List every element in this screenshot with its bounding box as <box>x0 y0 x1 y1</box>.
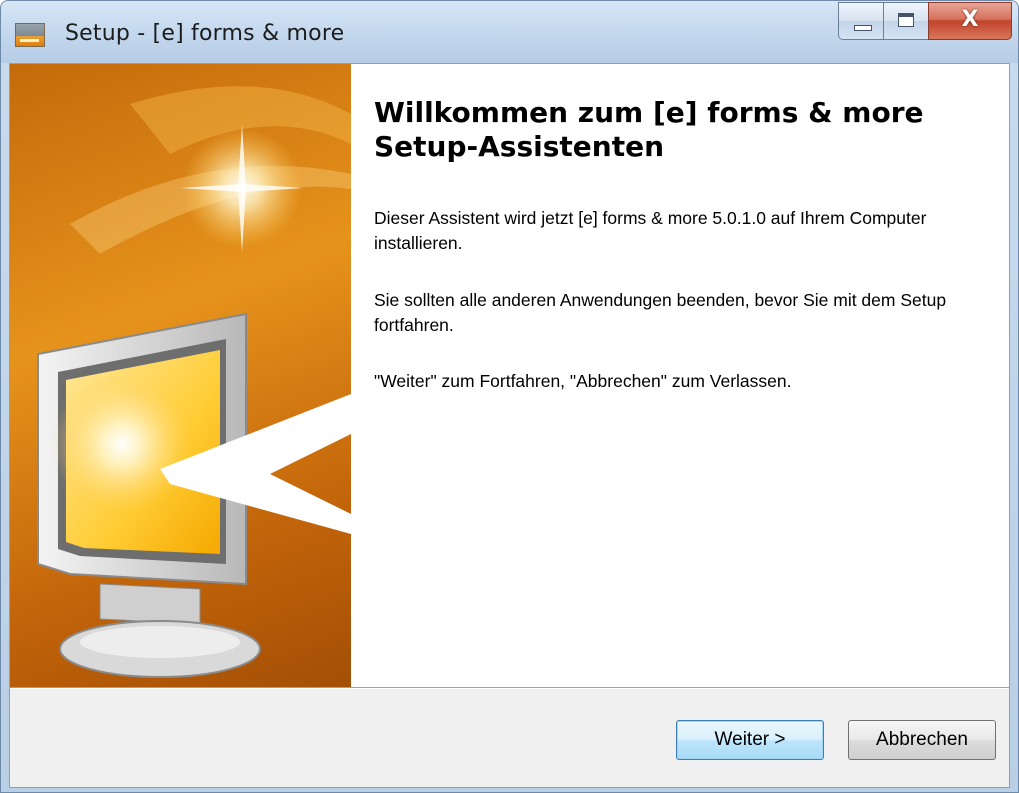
title-bar[interactable]: Setup - [e] forms & more X <box>1 1 1018 63</box>
minimize-icon <box>854 25 872 31</box>
minimize-button[interactable] <box>838 2 884 40</box>
wizard-client-area: Willkommen zum [e] forms & more Setup-As… <box>9 63 1010 788</box>
maximize-icon <box>898 13 914 27</box>
wizard-sidebar-graphic <box>10 64 351 687</box>
instruction-text: "Weiter" zum Fortfahren, "Abbrechen" zum… <box>374 371 792 391</box>
setup-app-icon[interactable] <box>15 23 45 47</box>
close-apps-text: Sie sollten alle anderen Anwendungen bee… <box>374 290 947 335</box>
monitor-illustration <box>37 86 351 678</box>
welcome-panel: Willkommen zum [e] forms & more Setup-As… <box>10 64 1009 687</box>
cancel-button[interactable]: Abbrechen <box>848 720 996 760</box>
maximize-button[interactable] <box>883 2 929 40</box>
next-button[interactable]: Weiter > <box>676 720 824 760</box>
close-button[interactable]: X <box>928 2 1012 40</box>
button-bar-divider <box>10 687 1009 689</box>
window-title: Setup - [e] forms & more <box>65 21 345 46</box>
caption-buttons: X <box>838 2 1012 44</box>
welcome-heading: Willkommen zum [e] forms & more Setup-As… <box>374 96 924 163</box>
setup-window: Setup - [e] forms & more X Willkommen zu… <box>0 0 1019 793</box>
intro-text: Dieser Assistent wird jetzt [e] forms & … <box>374 208 927 253</box>
close-icon: X <box>961 7 979 32</box>
